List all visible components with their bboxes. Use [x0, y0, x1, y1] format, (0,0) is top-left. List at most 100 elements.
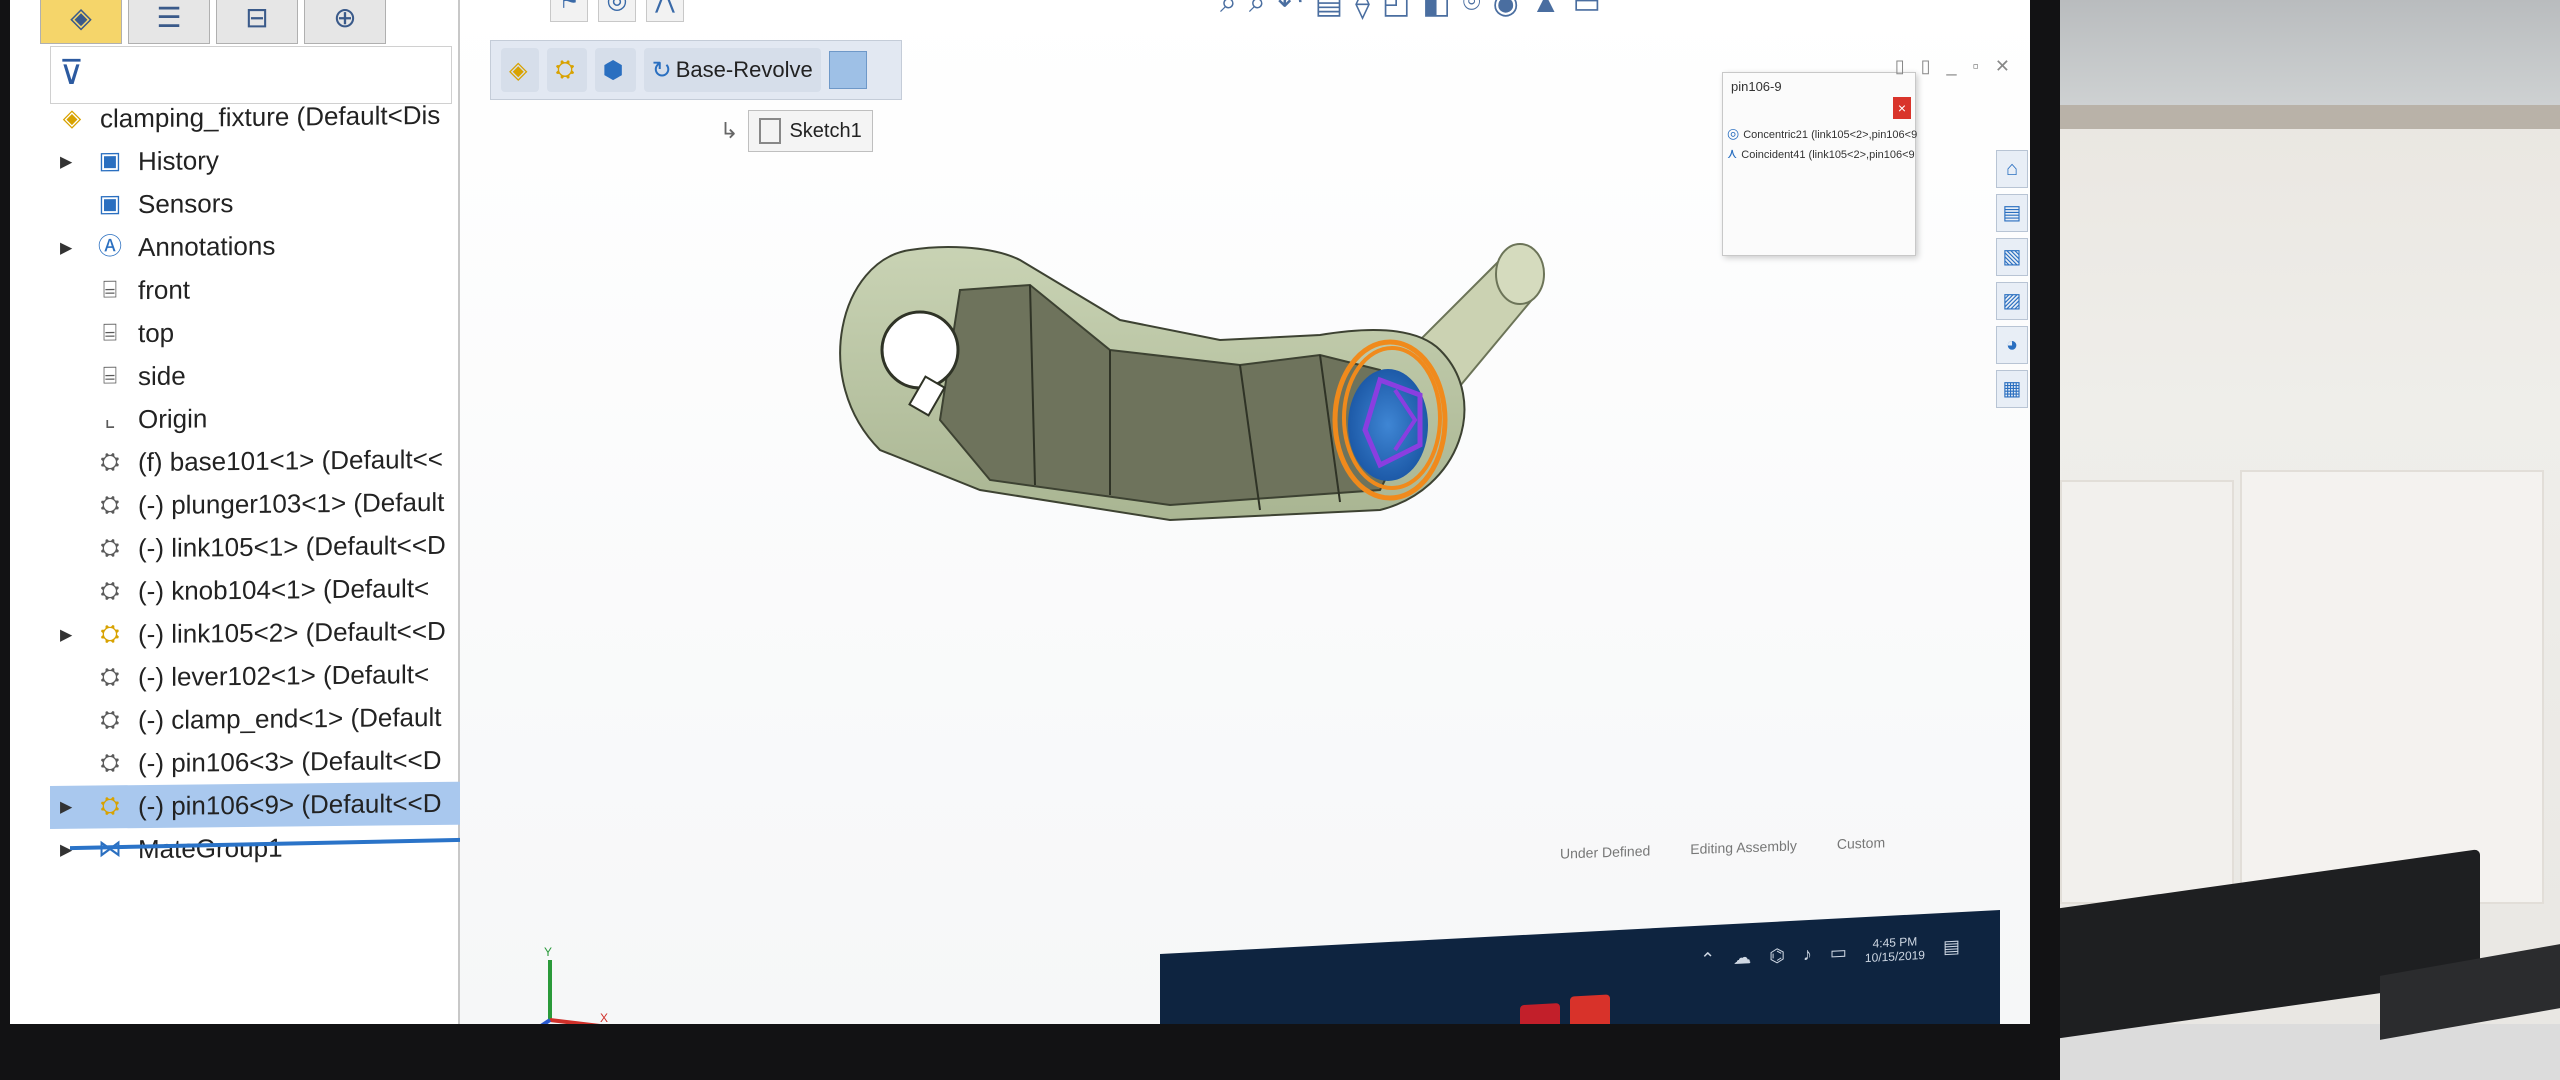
part-yellow-icon: ⛭ [100, 620, 120, 648]
x-axis [549, 1018, 601, 1024]
maximize-icon[interactable]: ▫ [1973, 56, 1979, 77]
tab-configuration-manager[interactable]: ⊟ [216, 0, 298, 44]
close-icon[interactable]: × [1893, 97, 1911, 119]
zoom-to-fit-icon[interactable]: ⌕ [1220, 0, 1237, 21]
display-style-icon[interactable]: ◧ [1422, 0, 1450, 21]
tile-icon[interactable]: ▯ [1921, 56, 1931, 77]
restore-icon[interactable]: ▯ [1895, 56, 1905, 77]
hide-show-items-icon[interactable]: ⌾ [1463, 0, 1481, 21]
flag-icon[interactable]: ⚑ [550, 0, 588, 22]
target-icon[interactable]: ◎ [598, 0, 636, 22]
resources-icon[interactable]: ▤ [1996, 194, 2028, 232]
breadcrumb-assembly[interactable]: ◈ [501, 48, 540, 92]
home-icon[interactable]: ⌂ [1996, 150, 2028, 188]
expand-arrow-icon[interactable]: ▶ [60, 786, 72, 829]
expand-arrow-icon[interactable]: ▶ [60, 829, 72, 872]
tree-item-label: (-) lever102<1> (Default< [138, 659, 430, 693]
tree-item-plunger103[interactable]: ⛭ (-) plunger103<1> (Default [50, 481, 470, 528]
tree-item-label: (-) link105<1> (Default<<D [138, 529, 446, 564]
app-icon-cad[interactable] [1570, 994, 1610, 1024]
tree-item-pin106-9[interactable]: ▶ ⛭ (-) pin106<9> (Default<<D [50, 781, 470, 829]
notifications-icon[interactable]: ▤ [1943, 936, 1960, 958]
graphics-area[interactable]: ⚑ ◎ ⋀ ⌕ ⌕ ↶ ▤ ⟠ ◰ ◧ ⌾ ◉ ▲ ▭ ◈ ⛭ ⬢ ↻ Base-… [460, 0, 2030, 1024]
minimize-icon[interactable]: _ [1947, 56, 1957, 77]
assembly-icon: ◈ [509, 56, 528, 84]
wall-panel [2060, 480, 2234, 904]
file-explorer-icon[interactable]: ▨ [1996, 282, 2028, 320]
tree-root-assembly[interactable]: ◈ clamping_fixture (Default<Dis [50, 94, 470, 141]
apply-scene-icon[interactable]: ▲ [1531, 0, 1561, 21]
revolve-icon: ↻ [651, 56, 672, 84]
tree-item-label: (-) plunger103<1> (Default [138, 486, 445, 521]
battery-icon[interactable]: ▭ [1830, 942, 1847, 964]
edit-appearance-icon[interactable]: ◉ [1493, 0, 1519, 21]
tree-item-label: Origin [138, 403, 208, 435]
section-view-icon[interactable]: ▤ [1315, 0, 1343, 21]
tree-item-label: top [138, 317, 175, 349]
tree-item-base101[interactable]: ⛭ (f) base101<1> (Default<< [50, 438, 470, 485]
tree-item-sensors[interactable]: ▣ Sensors [50, 180, 470, 227]
mate-label: Coincident41 (link105<2>,pin106<9 [1741, 149, 1915, 161]
tree-item-label: side [138, 360, 186, 392]
volume-icon[interactable]: ♪ [1803, 943, 1812, 964]
tree-item-pin106-3[interactable]: ⛭ (-) pin106<3> (Default<<D [50, 739, 470, 786]
filter-icon[interactable]: ⊽ [59, 53, 84, 93]
onedrive-icon[interactable]: ☁ [1733, 947, 1751, 969]
expand-arrow-icon[interactable]: ▶ [60, 614, 72, 657]
view-orientation-icon[interactable]: ◰ [1382, 0, 1410, 21]
part-3d-model[interactable] [820, 220, 1580, 640]
sensors-icon: ▣ [98, 190, 122, 218]
breadcrumb-sketch-icon[interactable] [828, 51, 867, 89]
smart-dimension-icon[interactable]: ⋀ [646, 0, 684, 22]
tree-item-annotations[interactable]: ▶ Ⓐ Annotations [50, 223, 470, 270]
mate-concentric[interactable]: ◎ Concentric21 (link105<2>,pin106<9 [1727, 125, 1917, 142]
tree-item-front-plane[interactable]: ⌸ front [50, 266, 470, 313]
mate-coincident[interactable]: ⋏ Coincident41 (link105<2>,pin106<9 [1727, 145, 1915, 162]
tree-item-top-plane[interactable]: ⌸ top [50, 309, 470, 356]
link-top-face[interactable] [938, 283, 1402, 507]
chevron-up-icon[interactable]: ⌃ [1700, 948, 1715, 970]
close-icon[interactable]: ✕ [1995, 56, 2010, 77]
app-icon-solidworks[interactable] [1520, 1003, 1560, 1024]
breadcrumb-subassembly[interactable]: ⛭ [547, 48, 587, 92]
zoom-to-area-icon[interactable]: ⌕ [1249, 0, 1266, 21]
previous-view-icon[interactable]: ↶ [1278, 0, 1303, 21]
tree-item-origin[interactable]: ⌞ Origin [50, 395, 470, 442]
part-icon: ⛭ [100, 706, 120, 734]
dynamic-annotation-icon[interactable]: ⟠ [1355, 0, 1370, 21]
custom-properties-icon[interactable]: ▦ [1996, 370, 2028, 408]
tree-item-knob104[interactable]: ⛭ (-) knob104<1> (Default< [50, 567, 470, 614]
window-background [2040, 0, 2560, 110]
appearances-icon[interactable]: ◕ [1996, 326, 2028, 364]
expand-arrow-icon[interactable]: ▶ [60, 227, 72, 270]
svg-text:X: X [600, 1011, 608, 1024]
sketch-label: Sketch1 [789, 119, 862, 142]
network-icon[interactable]: ⌬ [1769, 945, 1785, 967]
monitor-screen: ◈ ☰ ⊟ ⊕ ⊽ ◈ clamping_fixture (Default<Di… [10, 0, 2030, 1024]
feature-manager-panel: ◈ ☰ ⊟ ⊕ ⊽ ◈ clamping_fixture (Default<Di… [10, 0, 470, 1024]
tree-item-label: (f) base101<1> (Default<< [138, 443, 443, 478]
tab-dimxpert[interactable]: ⊕ [304, 0, 386, 44]
dimxpert-icon: ⊕ [333, 1, 357, 33]
tree-item-label: MateGroup1 [138, 832, 283, 865]
view-settings-icon[interactable]: ▭ [1573, 0, 1601, 21]
tree-item-side-plane[interactable]: ⌸ side [50, 352, 470, 399]
tree-item-history[interactable]: ▶ ▣ History [50, 137, 470, 184]
tab-feature-tree[interactable]: ◈ [40, 0, 122, 44]
tree-item-link105-2[interactable]: ▶ ⛭ (-) link105<2> (Default<<D [50, 610, 470, 657]
breadcrumb-feature[interactable]: ↻ Base-Revolve [643, 48, 821, 92]
tree-item-label: (-) link105<2> (Default<<D [138, 615, 446, 650]
part-yellow-icon: ⛭ [100, 792, 120, 820]
sketch-button[interactable]: Sketch1 [748, 110, 873, 152]
tree-item-clamp-end[interactable]: ⛭ (-) clamp_end<1> (Default [50, 696, 470, 743]
breadcrumb-part[interactable]: ⬢ [594, 48, 636, 92]
clock[interactable]: 4:45 PM 10/15/2019 [1865, 934, 1925, 965]
design-library-icon[interactable]: ▧ [1996, 238, 2028, 276]
tree-item-label: clamping_fixture (Default<Dis [100, 99, 441, 134]
status-units[interactable]: Custom [1837, 834, 1885, 852]
expand-arrow-icon[interactable]: ▶ [60, 141, 72, 184]
concentric-mate-icon: ◎ [1727, 125, 1740, 141]
tab-property-manager[interactable]: ☰ [128, 0, 210, 44]
tree-item-link105-1[interactable]: ⛭ (-) link105<1> (Default<<D [50, 524, 470, 571]
tree-item-lever102[interactable]: ⛭ (-) lever102<1> (Default< [50, 653, 470, 700]
